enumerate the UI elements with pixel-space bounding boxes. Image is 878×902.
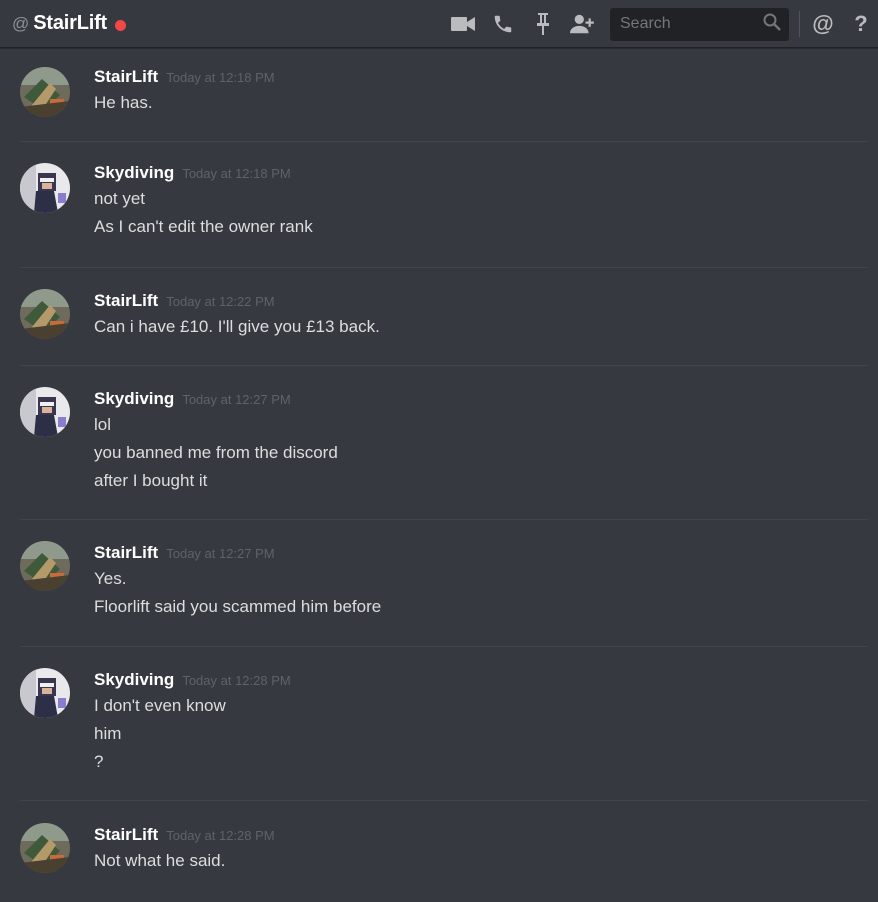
message-group: StairLift Today at 12:27 PM Yes. Floorli… [20, 520, 868, 647]
search-icon[interactable] [763, 13, 781, 36]
message-text: ? [94, 752, 104, 771]
message-group: Skydiving Today at 12:18 PM not yet As I… [20, 142, 868, 268]
avatar[interactable] [20, 823, 70, 873]
status-dnd-icon [115, 19, 127, 31]
username[interactable]: StairLift [94, 291, 158, 311]
message-text: As I can't edit the owner rank [94, 217, 313, 236]
channel-header: @ StairLift @ ? [0, 0, 878, 48]
mention-icon[interactable]: @ [810, 11, 836, 37]
page-title: StairLift [33, 12, 108, 34]
timestamp: Today at 12:27 PM [182, 392, 291, 407]
message-text: not yet [94, 189, 146, 208]
message-group: Skydiving Today at 12:27 PM lol you bann… [20, 366, 868, 520]
timestamp: Today at 12:28 PM [166, 828, 275, 843]
username[interactable]: Skydiving [94, 163, 174, 183]
username[interactable]: StairLift [94, 67, 158, 87]
video-call-icon[interactable] [450, 11, 476, 37]
message-text: him [94, 724, 122, 743]
avatar[interactable] [20, 67, 70, 117]
avatar[interactable] [20, 163, 70, 213]
avatar[interactable] [20, 668, 70, 718]
avatar[interactable] [20, 289, 70, 339]
message-list: StairLift Today at 12:18 PM He has. Skyd… [0, 48, 878, 899]
message-text: Yes. [94, 569, 127, 588]
header-toolbar: @ ? [450, 0, 878, 48]
toolbar-divider [799, 11, 800, 37]
search-input[interactable] [618, 14, 763, 34]
username[interactable]: StairLift [94, 825, 158, 845]
add-friend-icon[interactable] [570, 11, 596, 37]
username[interactable]: StairLift [94, 543, 158, 563]
timestamp: Today at 12:18 PM [166, 70, 275, 85]
avatar[interactable] [20, 387, 70, 437]
message-group: StairLift Today at 12:28 PM Not what he … [20, 801, 868, 899]
message-text: Not what he said. [94, 851, 226, 870]
pin-icon[interactable] [530, 11, 556, 37]
timestamp: Today at 12:22 PM [166, 294, 275, 309]
message-text: Floorlift said you scammed him before [94, 597, 382, 616]
message-text: lol [94, 415, 112, 434]
timestamp: Today at 12:27 PM [166, 546, 275, 561]
message-text: after I bought it [94, 471, 208, 490]
username[interactable]: Skydiving [94, 670, 174, 690]
message-text: Can i have £10. I'll give you £13 back. [94, 317, 380, 336]
username[interactable]: Skydiving [94, 389, 174, 409]
avatar[interactable] [20, 541, 70, 591]
message-group: Skydiving Today at 12:28 PM I don't even… [20, 647, 868, 801]
message-text: He has. [94, 93, 153, 112]
timestamp: Today at 12:18 PM [182, 166, 291, 181]
timestamp: Today at 12:28 PM [182, 673, 291, 688]
help-icon[interactable]: ? [848, 11, 874, 37]
search-box[interactable] [610, 7, 789, 41]
message-text: you banned me from the discord [94, 443, 338, 462]
message-group: StairLift Today at 12:18 PM He has. [20, 48, 868, 142]
message-group: StairLift Today at 12:22 PM Can i have £… [20, 268, 868, 366]
message-text: I don't even know [94, 696, 226, 715]
dm-at-icon: @ [12, 13, 30, 33]
voice-call-icon[interactable] [490, 11, 516, 37]
